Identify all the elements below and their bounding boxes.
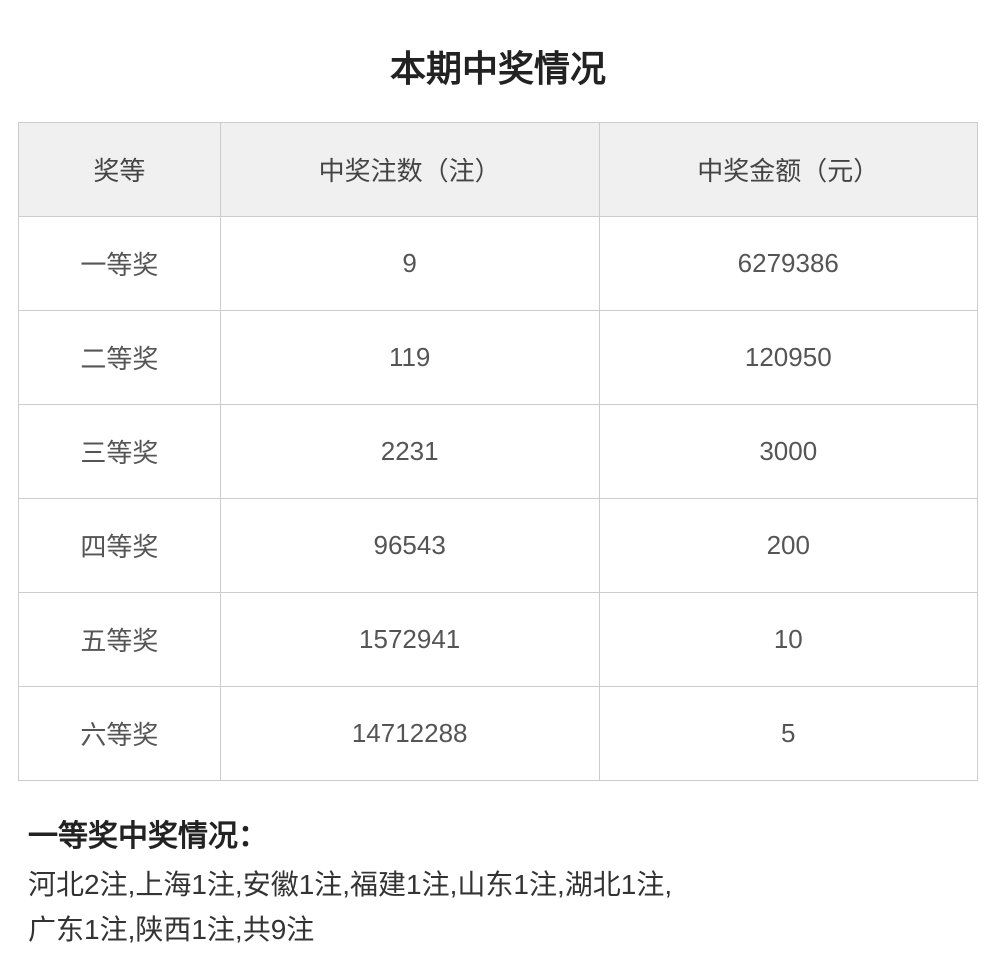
header-prize-level: 奖等: [19, 123, 220, 217]
cell-level: 三等奖: [19, 405, 220, 499]
table-row: 三等奖22313000: [19, 405, 977, 499]
cell-level: 五等奖: [19, 593, 220, 687]
cell-level: 四等奖: [19, 499, 220, 593]
table-row: 一等奖96279386: [19, 217, 977, 311]
cell-count: 96543: [220, 499, 599, 593]
cell-amount: 6279386: [599, 217, 977, 311]
cell-count: 14712288: [220, 687, 599, 781]
cell-count: 2231: [220, 405, 599, 499]
prize-table: 奖等 中奖注数（注） 中奖金额（元） 一等奖96279386二等奖1191209…: [19, 123, 977, 780]
table-header-row: 奖等 中奖注数（注） 中奖金额（元）: [19, 123, 977, 217]
prize-info-detail-line2: 广东1注,陕西1注,共9注: [28, 908, 968, 953]
cell-count: 1572941: [220, 593, 599, 687]
cell-level: 一等奖: [19, 217, 220, 311]
prize-table-wrapper: 奖等 中奖注数（注） 中奖金额（元） 一等奖96279386二等奖1191209…: [18, 122, 978, 781]
cell-level: 二等奖: [19, 311, 220, 405]
cell-amount: 120950: [599, 311, 977, 405]
cell-count: 119: [220, 311, 599, 405]
table-row: 二等奖119120950: [19, 311, 977, 405]
prize-info-detail-line1: 河北2注,上海1注,安徽1注,福建1注,山东1注,湖北1注,: [28, 863, 968, 908]
cell-amount: 5: [599, 687, 977, 781]
prize-info-title: 一等奖中奖情况：: [28, 811, 968, 855]
header-amount: 中奖金额（元）: [599, 123, 977, 217]
table-row: 五等奖157294110: [19, 593, 977, 687]
table-row: 六等奖147122885: [19, 687, 977, 781]
cell-amount: 3000: [599, 405, 977, 499]
header-count: 中奖注数（注）: [220, 123, 599, 217]
cell-amount: 200: [599, 499, 977, 593]
table-row: 四等奖96543200: [19, 499, 977, 593]
cell-count: 9: [220, 217, 599, 311]
cell-amount: 10: [599, 593, 977, 687]
page-container: 本期中奖情况 奖等 中奖注数（注） 中奖金额（元） 一等奖96279386二等奖…: [0, 0, 996, 973]
prize-info-section: 一等奖中奖情况： 河北2注,上海1注,安徽1注,福建1注,山东1注,湖北1注, …: [18, 811, 978, 953]
cell-level: 六等奖: [19, 687, 220, 781]
page-title: 本期中奖情况: [0, 20, 996, 122]
